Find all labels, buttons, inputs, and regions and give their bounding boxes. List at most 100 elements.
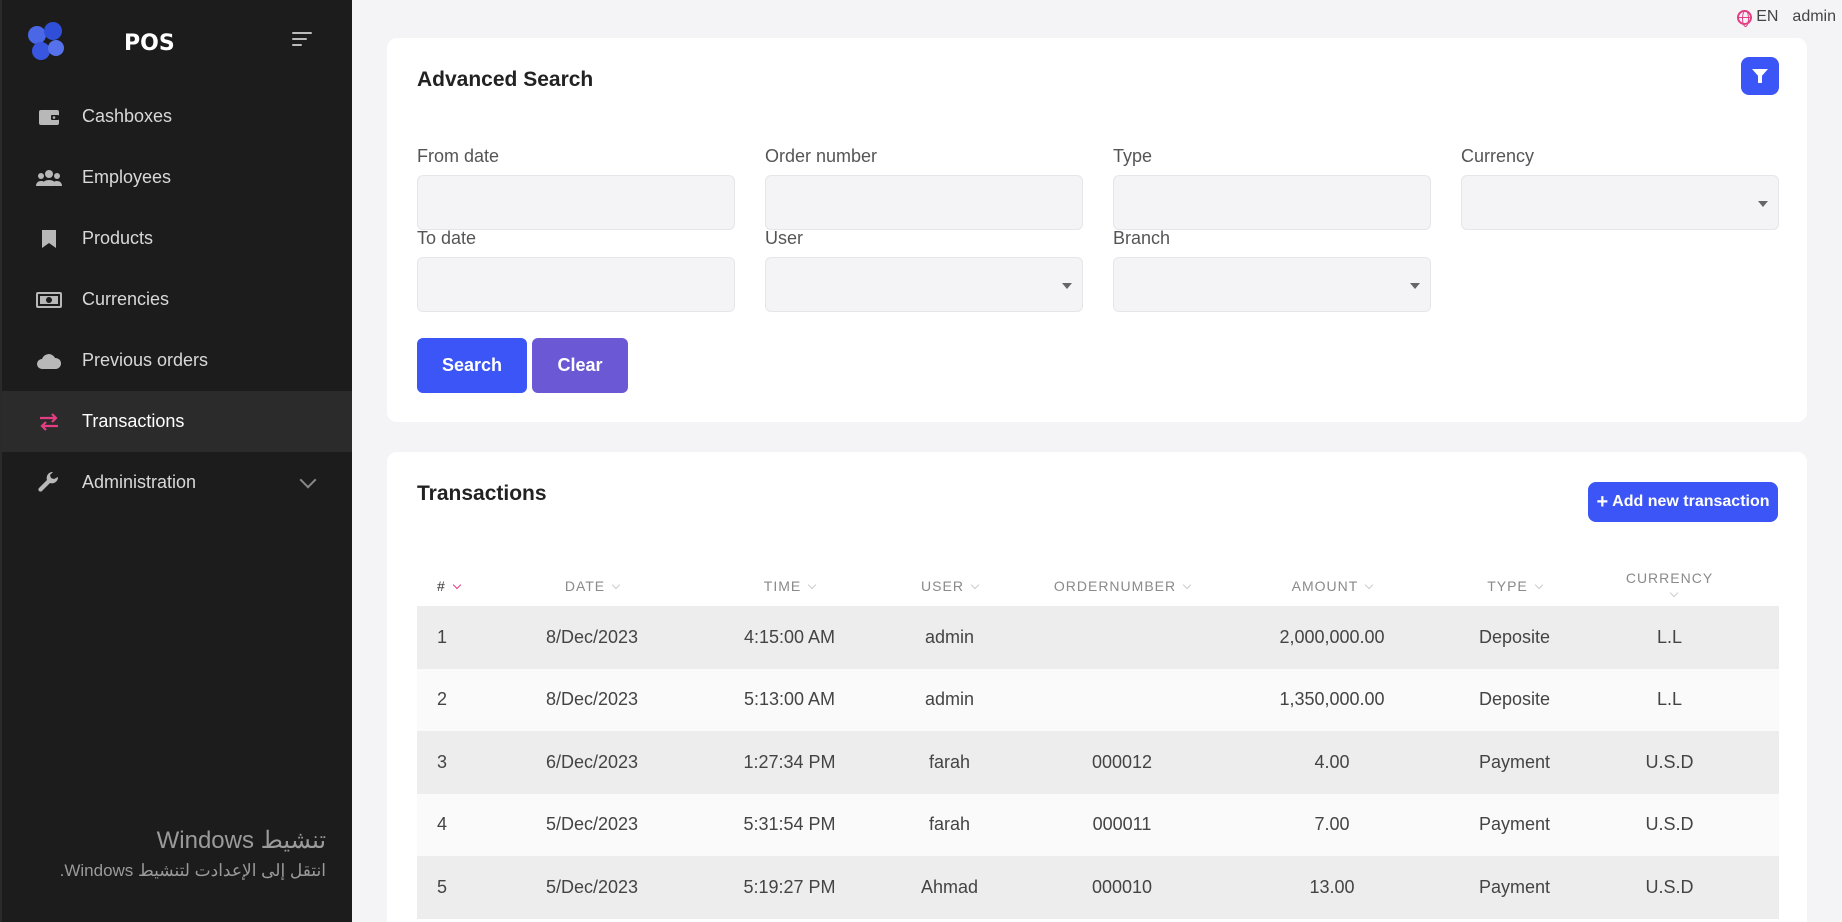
currency-label: Currency xyxy=(1461,146,1535,166)
user-menu[interactable]: admin xyxy=(1792,8,1836,26)
order-number-field: Order number xyxy=(765,146,1083,230)
sidebar-nav: Cashboxes Employees Products Currencies … xyxy=(2,86,352,513)
cell-time: 5:19:27 PM xyxy=(743,876,836,897)
column-header-user[interactable]: USER xyxy=(912,578,987,594)
cell-date: 5/Dec/2023 xyxy=(545,814,639,835)
column-label: USER xyxy=(921,578,964,594)
sidebar-item-products[interactable]: Products xyxy=(2,208,352,269)
table-row[interactable]: 3 6/Dec/2023 1:27:34 PM farah 000012 4.0… xyxy=(417,731,1779,794)
sidebar-item-label: Previous orders xyxy=(82,350,209,370)
cloud-icon xyxy=(36,350,62,372)
column-label: TIME xyxy=(763,578,802,594)
cell-number: 1 xyxy=(437,626,448,647)
sidebar-item-previous-orders[interactable]: Previous orders xyxy=(2,330,352,391)
sort-chevron-icon xyxy=(611,580,621,590)
order-number-label: Order number xyxy=(765,146,878,166)
column-header-date[interactable]: DATE xyxy=(517,578,667,594)
chevron-down-icon[interactable] xyxy=(299,471,317,489)
cell-user: admin xyxy=(924,689,975,710)
table-row[interactable]: 5 5/Dec/2023 5:19:27 PM Ahmad 000010 13.… xyxy=(417,856,1779,919)
language-selector[interactable]: EN xyxy=(1737,8,1778,27)
branch-select[interactable] xyxy=(1113,257,1431,312)
cell-number: 4 xyxy=(437,814,448,835)
cell-amount: 2,000,000.00 xyxy=(1279,626,1385,647)
cell-type: Payment xyxy=(1478,876,1551,897)
type-input[interactable] xyxy=(1113,175,1431,230)
sidebar-item-label: Administration xyxy=(82,472,197,492)
app-logo xyxy=(26,22,68,64)
advanced-search-title: Advanced Search xyxy=(417,68,594,91)
user-select[interactable] xyxy=(765,257,1083,312)
money-bill-icon xyxy=(36,289,62,311)
column-label: CURRENCY xyxy=(1625,570,1714,586)
cell-ordernumber: 000011 xyxy=(1092,814,1152,835)
table-row[interactable]: 1 8/Dec/2023 4:15:00 AM admin 2,000,000.… xyxy=(417,606,1779,669)
table-header: # DATE TIME USER ORDERNUMBER AMOUNT TYPE… xyxy=(417,566,1779,606)
currency-select[interactable] xyxy=(1461,175,1779,230)
column-header-time[interactable]: TIME xyxy=(667,578,912,594)
add-transaction-label: Add new transaction xyxy=(1612,493,1770,510)
cell-amount: 7.00 xyxy=(1314,814,1350,835)
sort-chevron-icon xyxy=(1365,580,1374,590)
sidebar-item-employees[interactable]: Employees xyxy=(2,147,352,208)
cell-time: 1:27:34 PM xyxy=(743,751,836,772)
table-row[interactable]: 2 8/Dec/2023 5:13:00 AM admin 1,350,000.… xyxy=(417,668,1779,731)
column-header-currency[interactable]: CURRENCY xyxy=(1622,570,1717,602)
brand: POS xyxy=(2,0,352,86)
from-date-input[interactable] xyxy=(417,175,735,230)
cell-type: Payment xyxy=(1478,814,1551,835)
transactions-table: # DATE TIME USER ORDERNUMBER AMOUNT TYPE… xyxy=(417,566,1779,919)
transactions-title: Transactions xyxy=(417,482,547,505)
cell-user: Ahmad xyxy=(920,876,979,897)
filter-icon[interactable] xyxy=(1741,57,1779,95)
currency-field: Currency xyxy=(1461,146,1779,230)
to-date-input[interactable] xyxy=(417,257,735,312)
clear-button[interactable]: Clear xyxy=(532,338,628,393)
sort-chevron-icon xyxy=(807,580,817,590)
column-header-amount[interactable]: AMOUNT xyxy=(1257,578,1407,594)
type-label: Type xyxy=(1113,146,1153,166)
table-row[interactable]: 4 5/Dec/2023 5:31:54 PM farah 000011 7.0… xyxy=(417,793,1779,856)
sort-chevron-icon xyxy=(452,580,462,590)
column-label: TYPE xyxy=(1487,578,1528,594)
cell-type: Payment xyxy=(1478,751,1551,772)
column-header-ordernumber[interactable]: ORDERNUMBER xyxy=(987,578,1257,594)
wallet-icon xyxy=(36,106,62,128)
column-header-type[interactable]: TYPE xyxy=(1407,578,1622,594)
sidebar-item-transactions[interactable]: Transactions xyxy=(2,391,352,452)
column-label: # xyxy=(437,578,446,594)
watermark-title: تنشيط Windows xyxy=(156,827,326,854)
exchange-icon xyxy=(36,411,62,433)
sidebar-item-label: Products xyxy=(82,228,154,248)
cell-date: 8/Dec/2023 xyxy=(545,626,639,647)
sidebar-item-label: Currencies xyxy=(82,289,170,309)
menu-toggle-icon[interactable] xyxy=(292,32,314,48)
users-icon xyxy=(36,167,62,189)
sidebar-item-cashboxes[interactable]: Cashboxes xyxy=(2,86,352,147)
column-header-number[interactable]: # xyxy=(417,578,517,594)
cell-currency: L.L xyxy=(1656,689,1683,710)
sidebar-item-label: Cashboxes xyxy=(82,106,173,126)
sidebar-item-administration[interactable]: Administration xyxy=(2,452,352,513)
cell-currency: U.S.D xyxy=(1645,876,1694,897)
column-label: ORDERNUMBER xyxy=(1053,578,1177,594)
cell-ordernumber: 000012 xyxy=(1091,751,1153,772)
from-date-field: From date xyxy=(417,146,735,230)
branch-field: Branch xyxy=(1113,228,1431,312)
top-bar: EN admin xyxy=(1737,0,1842,34)
to-date-label: To date xyxy=(417,228,477,248)
cell-ordernumber: 000010 xyxy=(1091,876,1153,897)
cell-currency: U.S.D xyxy=(1645,814,1694,835)
user-label: User xyxy=(765,228,804,248)
cell-date: 5/Dec/2023 xyxy=(545,876,639,897)
sort-chevron-icon xyxy=(1182,580,1192,590)
order-number-input[interactable] xyxy=(765,175,1083,230)
sort-chevron-icon xyxy=(970,580,980,590)
search-button[interactable]: Search xyxy=(417,338,527,393)
sidebar-item-label: Transactions xyxy=(82,411,185,431)
branch-label: Branch xyxy=(1113,228,1171,248)
sidebar-item-currencies[interactable]: Currencies xyxy=(2,269,352,330)
advanced-search-card: Advanced Search From date Order number T… xyxy=(387,38,1807,422)
add-transaction-button[interactable]: + Add new transaction xyxy=(1588,482,1778,522)
to-date-field: To date xyxy=(417,228,735,312)
